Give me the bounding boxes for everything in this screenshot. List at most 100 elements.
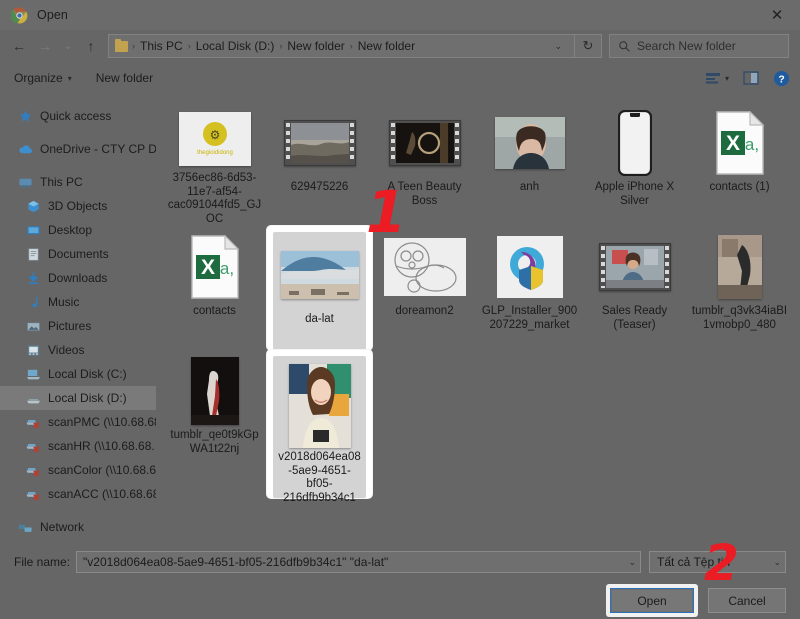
pc-icon bbox=[19, 178, 32, 187]
sidebar-item-onedrive[interactable]: OneDrive - CTY CP DI bbox=[0, 137, 156, 161]
search-input[interactable]: Search New folder bbox=[637, 39, 736, 53]
breadcrumb-item-0[interactable]: This PC bbox=[136, 39, 187, 53]
search-box[interactable]: Search New folder bbox=[609, 34, 789, 58]
pictures-icon bbox=[27, 321, 40, 331]
file-tile[interactable]: A Teen Beauty Boss bbox=[372, 102, 477, 226]
file-tile-selected[interactable]: da-lat bbox=[267, 226, 372, 350]
phone-thumb bbox=[617, 110, 652, 176]
forward-icon[interactable]: → bbox=[32, 33, 58, 59]
thumbnail: X a, bbox=[687, 108, 792, 178]
chevron-down-icon[interactable]: ⌄ bbox=[767, 557, 781, 568]
sidebar-item-label: Music bbox=[48, 295, 80, 309]
chevron-down-icon: ▾ bbox=[67, 73, 72, 83]
drawing-thumb bbox=[383, 238, 466, 296]
thumbnail bbox=[687, 232, 792, 302]
room-thumb bbox=[717, 235, 762, 299]
file-tile[interactable]: ⚙ thegioididong 3756ec86-6d53-11e7-af54-… bbox=[162, 102, 267, 226]
navigation-pane: Quick access OneDrive - CTY CP DI This P… bbox=[0, 94, 156, 541]
sidebar-item-pictures[interactable]: Pictures bbox=[0, 314, 156, 338]
sidebar-item-scanpmc[interactable]: scanPMC (\\10.68.68 bbox=[0, 410, 156, 434]
file-name: anh bbox=[519, 181, 540, 193]
file-tile[interactable]: Sales Ready (Teaser) bbox=[582, 226, 687, 350]
cloud-icon bbox=[19, 144, 33, 153]
sidebar-item-local-disk-c[interactable]: Local Disk (C:) bbox=[0, 362, 156, 386]
sidebar-item-3d-objects[interactable]: 3D Objects bbox=[0, 194, 156, 218]
download-icon bbox=[28, 271, 39, 284]
view-layout-icon[interactable] bbox=[705, 72, 721, 85]
help-button[interactable]: ? bbox=[773, 70, 790, 87]
sidebar-item-desktop[interactable]: Desktop bbox=[0, 218, 156, 242]
chevron-down-icon[interactable]: ▾ bbox=[725, 74, 729, 83]
close-icon[interactable]: ✕ bbox=[754, 0, 800, 30]
sidebar-item-quick-access[interactable]: Quick access bbox=[0, 104, 156, 128]
svg-text:⚙: ⚙ bbox=[209, 128, 220, 142]
chevron-down-icon[interactable]: ⌄ bbox=[622, 557, 636, 568]
open-button[interactable]: Open bbox=[610, 588, 694, 613]
thumbnail bbox=[477, 232, 582, 302]
network-drive-offline-icon bbox=[26, 443, 40, 452]
file-tile[interactable]: doreamon2 bbox=[372, 226, 477, 350]
file-grid: ⚙ thegioididong 3756ec86-6d53-11e7-af54-… bbox=[162, 102, 796, 504]
sidebar-item-videos[interactable]: Videos bbox=[0, 338, 156, 362]
file-tile[interactable]: X a, contacts (1) bbox=[687, 102, 792, 226]
sidebar-item-music[interactable]: Music bbox=[0, 290, 156, 314]
sidebar-item-label: This PC bbox=[40, 175, 83, 189]
new-folder-button[interactable]: New folder bbox=[96, 71, 153, 85]
thumbnail bbox=[582, 108, 687, 178]
sidebar-item-label: scanACC (\\10.68.68 bbox=[48, 487, 156, 501]
sidebar-item-scancolor[interactable]: scanColor (\\10.68.6 bbox=[0, 458, 156, 482]
sidebar-item-label: Local Disk (C:) bbox=[48, 367, 127, 381]
refresh-icon[interactable]: ↻ bbox=[575, 34, 602, 58]
dialog-buttons: Open Cancel bbox=[14, 584, 786, 617]
cube-icon bbox=[28, 200, 39, 212]
file-tile[interactable]: Apple iPhone X Silver bbox=[582, 102, 687, 226]
file-tile[interactable]: anh bbox=[477, 102, 582, 226]
breadcrumb-item-2[interactable]: New folder bbox=[283, 39, 348, 53]
sidebar-item-this-pc[interactable]: This PC bbox=[0, 170, 156, 194]
file-tile[interactable]: tumblr_q3vk34iaBI1vmobp0_480 bbox=[687, 226, 792, 350]
sidebar-item-scanhr[interactable]: scanHR (\\10.68.68. bbox=[0, 434, 156, 458]
portrait-thumb bbox=[494, 117, 565, 169]
up-icon[interactable]: ↑ bbox=[78, 33, 104, 59]
back-icon[interactable]: ← bbox=[6, 33, 32, 59]
sidebar-item-local-disk-d[interactable]: Local Disk (D:) bbox=[0, 386, 156, 410]
sidebar-item-documents[interactable]: Documents bbox=[0, 242, 156, 266]
sidebar-item-label: Quick access bbox=[40, 109, 112, 123]
breadcrumb-item-3[interactable]: New folder bbox=[354, 39, 419, 53]
file-tile[interactable]: tumblr_qe0t9kGpWA1t22nj bbox=[162, 350, 267, 474]
breadcrumb[interactable]: › This PC › Local Disk (D:) › New folder… bbox=[108, 34, 575, 58]
file-name-input[interactable]: "v2018d064ea08-5ae9-4651-bf05-216dfb9b34… bbox=[76, 551, 641, 573]
video-person-thumb bbox=[598, 243, 671, 291]
sidebar-item-scanacc[interactable]: scanACC (\\10.68.68 bbox=[0, 482, 156, 506]
installer-thumb bbox=[496, 236, 563, 298]
sidebar-item-downloads[interactable]: Downloads bbox=[0, 266, 156, 290]
recent-locations-icon[interactable]: ⌄ bbox=[58, 33, 78, 59]
file-name-value: "v2018d064ea08-5ae9-4651-bf05-216dfb9b34… bbox=[83, 555, 389, 569]
breadcrumb-item-1[interactable]: Local Disk (D:) bbox=[192, 39, 279, 53]
preview-pane-button[interactable] bbox=[743, 71, 759, 85]
dark-figure-thumb bbox=[190, 357, 239, 425]
file-name: contacts bbox=[193, 305, 236, 317]
drive-icon bbox=[26, 398, 41, 403]
dialog-footer: File name: "v2018d064ea08-5ae9-4651-bf05… bbox=[0, 541, 800, 619]
file-type-filter[interactable]: Tất cả Tệp tin ⌄ bbox=[649, 551, 786, 573]
network-drive-offline-icon bbox=[26, 467, 40, 476]
cancel-button[interactable]: Cancel bbox=[708, 588, 786, 613]
chevron-down-icon[interactable]: ⌄ bbox=[546, 41, 570, 52]
sidebar-item-label: Desktop bbox=[48, 223, 93, 237]
selection-highlight: v2018d064ea08-5ae9-4651-bf05-216dfb9b34c… bbox=[273, 356, 366, 504]
file-name: tumblr_q3vk34iaBI1vmobp0_480 bbox=[691, 305, 788, 331]
sidebar-item-network[interactable]: Network bbox=[0, 515, 156, 539]
file-tile[interactable]: GLP_Installer_900207229_market bbox=[477, 226, 582, 350]
file-tile[interactable]: 629475226 bbox=[267, 102, 372, 226]
help-icon[interactable]: ? bbox=[773, 70, 790, 87]
sidebar-item-label: Downloads bbox=[48, 271, 108, 285]
thumbnail bbox=[162, 356, 267, 426]
view-options[interactable]: ▾ bbox=[705, 72, 729, 85]
organize-button[interactable]: Organize ▾ bbox=[14, 71, 72, 85]
file-list-pane[interactable]: ⚙ thegioididong 3756ec86-6d53-11e7-af54-… bbox=[156, 94, 800, 541]
file-tile[interactable]: X a, contacts bbox=[162, 226, 267, 350]
preview-pane-icon[interactable] bbox=[743, 71, 759, 85]
file-tile-selected[interactable]: v2018d064ea08-5ae9-4651-bf05-216dfb9b34c… bbox=[267, 350, 372, 504]
file-name: doreamon2 bbox=[395, 305, 454, 317]
